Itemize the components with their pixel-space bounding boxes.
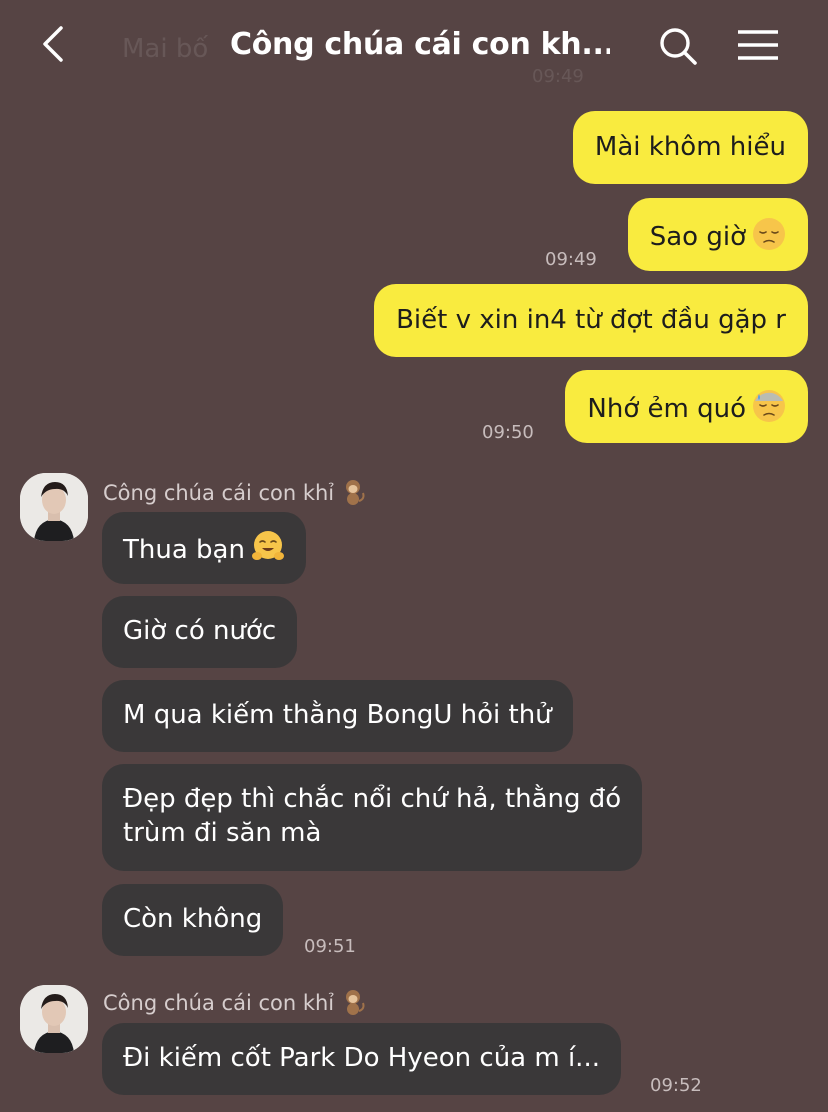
incoming-message[interactable]: Thua bạn	[102, 512, 306, 584]
monkey-emoji-icon	[346, 480, 365, 505]
outgoing-message[interactable]: Sao giờ	[627, 198, 808, 271]
message-text: Giờ có nước	[123, 616, 277, 646]
message-text: M qua kiếm thằng BongU hỏi thử	[123, 700, 552, 730]
chat-title: Công chúa cái con kh...	[230, 27, 610, 62]
message-text: Mài khôm hiểu	[594, 132, 786, 162]
message-text-line: trùm đi săn mà	[123, 818, 322, 848]
search-icon	[660, 28, 697, 65]
avatar[interactable]	[20, 985, 88, 1053]
message-time: 09:52	[650, 1075, 702, 1096]
outgoing-message[interactable]: Nhớ ẻm quó	[565, 370, 808, 443]
message-text: Sao giờ	[649, 222, 746, 252]
profile-photo-icon	[20, 985, 88, 1053]
incoming-message[interactable]: Đẹp đẹp thì chắc nổi chứ hả, thằng đó tr…	[102, 764, 643, 871]
message-text: Đi kiếm cốt Park Do Hyeon của m í...	[123, 1043, 600, 1073]
message-time: 09:50	[482, 422, 534, 443]
message-text: Còn không	[123, 904, 263, 934]
profile-photo-icon	[20, 473, 88, 541]
pensive-face-emoji-icon	[753, 218, 785, 250]
message-text-line: Đẹp đẹp thì chắc nổi chứ hả, thằng đó	[123, 784, 622, 814]
incoming-message[interactable]: Còn không	[102, 884, 284, 956]
outgoing-message[interactable]: Mài khôm hiểu	[572, 111, 808, 184]
downcast-sweat-face-emoji-icon	[753, 390, 785, 422]
previous-chat-name: Mai bố	[122, 34, 209, 64]
chevron-left-icon	[43, 26, 63, 62]
sender-name: Công chúa cái con khỉ	[103, 988, 366, 1016]
back-button[interactable]	[34, 22, 78, 66]
chat-header: Mai bố 09:49 Công chúa cái con kh...	[0, 0, 828, 96]
avatar[interactable]	[20, 473, 88, 541]
outgoing-message[interactable]: Biết v xin in4 từ đợt đầu gặp r	[374, 284, 808, 357]
previous-chat-time: 09:49	[532, 66, 584, 87]
message-time: 09:49	[545, 249, 597, 270]
incoming-message[interactable]: Giờ có nước	[102, 596, 298, 668]
message-time: 09:51	[304, 936, 356, 957]
search-button[interactable]	[656, 24, 700, 68]
hamburger-menu-icon	[738, 30, 778, 60]
message-text: Thua bạn	[123, 535, 245, 565]
message-text: Biết v xin in4 từ đợt đầu gặp r	[396, 305, 786, 335]
incoming-message[interactable]: M qua kiếm thằng BongU hỏi thử	[102, 680, 573, 752]
incoming-message[interactable]: Đi kiếm cốt Park Do Hyeon của m í...	[102, 1023, 621, 1095]
monkey-emoji-icon	[346, 990, 365, 1015]
hugging-face-emoji-icon	[251, 531, 284, 560]
menu-button[interactable]	[734, 24, 782, 68]
message-text: Nhớ ẻm quó	[587, 394, 746, 424]
sender-name: Công chúa cái con khỉ	[103, 478, 366, 506]
